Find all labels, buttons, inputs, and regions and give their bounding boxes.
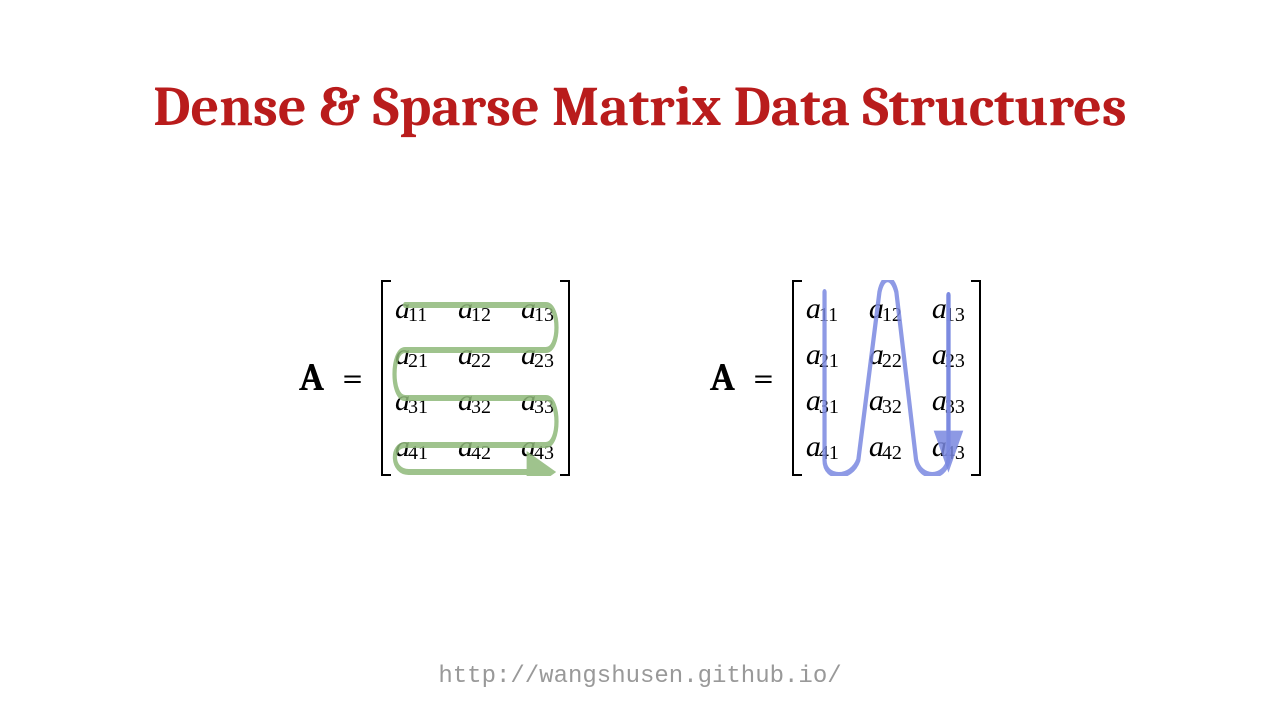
matrix-cell: a31 bbox=[395, 378, 430, 424]
bracket-right-close bbox=[971, 280, 981, 476]
matrix-cell: a13 bbox=[932, 286, 967, 332]
matrix-cell: a21 bbox=[806, 332, 841, 378]
matrix-column-major: A = a11 a12 a13 a21 a22 a23 a31 a32 a33 a41 a42 a43 bbox=[710, 280, 981, 476]
matrix-cell: a33 bbox=[521, 378, 556, 424]
bracket-left-close bbox=[560, 280, 570, 476]
bracket-left-open bbox=[381, 280, 391, 476]
matrix-cell: a12 bbox=[869, 286, 904, 332]
matrix-cell: a42 bbox=[869, 424, 904, 470]
matrix-cell: a32 bbox=[869, 378, 904, 424]
matrix-label-left: A bbox=[299, 356, 324, 400]
matrix-cell: a31 bbox=[806, 378, 841, 424]
matrix-cell: a41 bbox=[806, 424, 841, 470]
matrix-cell: a13 bbox=[521, 286, 556, 332]
bracket-right-open bbox=[792, 280, 802, 476]
matrix-cell: a23 bbox=[932, 332, 967, 378]
matrix-cell: a43 bbox=[932, 424, 967, 470]
matrix-cell: a33 bbox=[932, 378, 967, 424]
content-area: A = a11 a12 a13 a21 a22 a23 a31 a32 a33 a41 a42 a43… bbox=[0, 280, 1280, 476]
matrix-cell: a22 bbox=[869, 332, 904, 378]
matrix-cell: a21 bbox=[395, 332, 430, 378]
matrix-grid-left: a11 a12 a13 a21 a22 a23 a31 a32 a33 a41 a42 a43 bbox=[391, 280, 560, 476]
matrix-cell: a11 bbox=[806, 286, 841, 332]
matrix-cell: a42 bbox=[458, 424, 493, 470]
matrix-cell: a11 bbox=[395, 286, 430, 332]
matrix-label-right: A bbox=[710, 356, 735, 400]
footer-url: http://wangshusen.github.io/ bbox=[0, 663, 1280, 690]
matrix-cell: a12 bbox=[458, 286, 493, 332]
matrix-row-major: A = a11 a12 a13 a21 a22 a23 a31 a32 a33 a41 a42 a43 bbox=[299, 280, 570, 476]
equals-right: = bbox=[753, 356, 774, 400]
matrix-cell: a22 bbox=[458, 332, 493, 378]
equals-left: = bbox=[342, 356, 363, 400]
matrix-cell: a43 bbox=[521, 424, 556, 470]
matrix-left: a11 a12 a13 a21 a22 a23 a31 a32 a33 a41 a42 a43 bbox=[381, 280, 570, 476]
slide-title: Dense & Sparse Matrix Data Structures bbox=[0, 75, 1280, 139]
matrix-right: a11 a12 a13 a21 a22 a23 a31 a32 a33 a41 a42 a43 bbox=[792, 280, 981, 476]
matrix-cell: a23 bbox=[521, 332, 556, 378]
matrix-cell: a41 bbox=[395, 424, 430, 470]
matrix-grid-right: a11 a12 a13 a21 a22 a23 a31 a32 a33 a41 a42 a43 bbox=[802, 280, 971, 476]
matrix-cell: a32 bbox=[458, 378, 493, 424]
